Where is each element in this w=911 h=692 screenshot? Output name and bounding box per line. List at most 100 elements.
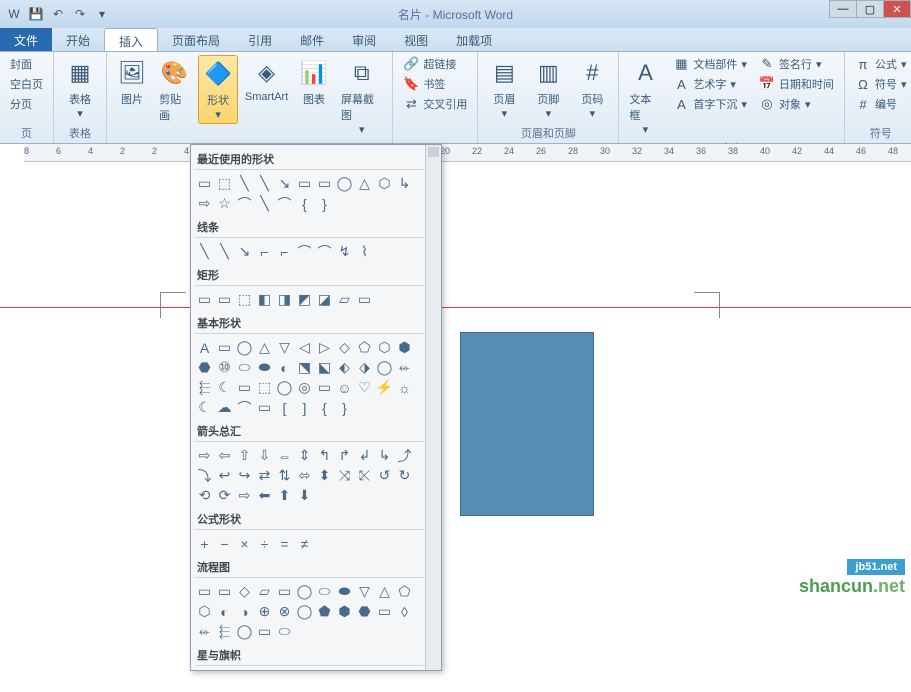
shape-item[interactable]: ⬭ <box>315 582 334 601</box>
shape-item[interactable]: ☁ <box>215 398 234 417</box>
shape-item[interactable]: ◇ <box>335 338 354 357</box>
shape-item[interactable]: ↲ <box>355 446 374 465</box>
shape-item[interactable]: ◯ <box>295 582 314 601</box>
shape-item[interactable]: ⬟ <box>315 602 334 621</box>
shape-item[interactable]: ↰ <box>315 446 334 465</box>
shape-item[interactable]: = <box>275 534 294 553</box>
shape-item[interactable]: ☾ <box>215 378 234 397</box>
pagenum-button[interactable]: #页码▾ <box>572 55 612 122</box>
shape-item[interactable]: ↳ <box>395 174 414 193</box>
shape-item[interactable]: ⬚ <box>215 174 234 193</box>
shape-item[interactable]: ⌒ <box>295 242 314 261</box>
shape-item[interactable]: ⇨ <box>195 446 214 465</box>
shape-item[interactable]: ▭ <box>295 174 314 193</box>
shape-item[interactable]: ▭ <box>195 290 214 309</box>
shape-item[interactable]: ▭ <box>275 582 294 601</box>
shape-item[interactable]: ⚡ <box>375 378 394 397</box>
shape-item[interactable]: ⬰ <box>395 358 414 377</box>
blank-page-button[interactable]: 空白页 <box>6 75 47 93</box>
shape-item[interactable]: ◧ <box>255 290 274 309</box>
shape-item[interactable]: ⬚ <box>235 290 254 309</box>
shape-item[interactable]: ╲ <box>235 174 254 193</box>
shape-item[interactable]: ▭ <box>215 582 234 601</box>
save-icon[interactable]: 💾 <box>26 4 46 24</box>
shape-item[interactable]: × <box>235 534 254 553</box>
shape-item[interactable]: ▱ <box>335 290 354 309</box>
tab-review[interactable]: 审阅 <box>338 28 390 51</box>
footer-button[interactable]: ▥页脚▾ <box>528 55 568 122</box>
bookmark-button[interactable]: 🔖书签 <box>399 75 471 93</box>
shape-item[interactable]: ⬡ <box>195 602 214 621</box>
shape-item[interactable]: ⌒ <box>235 398 254 417</box>
shape-item[interactable]: ☺ <box>335 378 354 397</box>
shape-item[interactable]: ◪ <box>315 290 334 309</box>
shape-item[interactable]: ⬱ <box>195 378 214 397</box>
shape-item[interactable]: ⬅ <box>255 486 274 505</box>
shape-item[interactable]: ◁ <box>295 338 314 357</box>
shape-item[interactable]: ⇨ <box>195 194 214 213</box>
object-button[interactable]: ◎对象 ▾ <box>755 95 838 113</box>
shape-item[interactable]: ⇩ <box>255 446 274 465</box>
shape-item[interactable]: ⤨ <box>335 466 354 485</box>
undo-icon[interactable]: ↶ <box>48 4 68 24</box>
shape-item[interactable]: + <box>195 534 214 553</box>
word-icon[interactable]: W <box>4 4 24 24</box>
shape-item[interactable]: ▭ <box>195 174 214 193</box>
shape-item[interactable]: ⊕ <box>255 602 274 621</box>
shape-item[interactable]: ◇ <box>235 582 254 601</box>
screenshot-button[interactable]: ⧉屏幕截图▾ <box>337 55 386 138</box>
shape-item[interactable]: ] <box>295 398 314 417</box>
tab-layout[interactable]: 页面布局 <box>158 28 234 51</box>
shape-item[interactable]: ⬭ <box>235 358 254 377</box>
shape-item[interactable]: ↯ <box>335 242 354 261</box>
shape-item[interactable]: ⬢ <box>395 338 414 357</box>
maximize-button[interactable]: ▢ <box>856 0 884 18</box>
shape-item[interactable]: ⊗ <box>275 602 294 621</box>
shape-item[interactable]: ⬰ <box>195 622 214 641</box>
shape-item[interactable]: ↪ <box>235 466 254 485</box>
shape-item[interactable]: ↳ <box>375 446 394 465</box>
shape-item[interactable]: ⌇ <box>355 242 374 261</box>
shape-item[interactable]: ⌒ <box>275 194 294 213</box>
shape-item[interactable]: ⬆ <box>275 486 294 505</box>
shape-item[interactable]: ⬢ <box>335 602 354 621</box>
shape-item[interactable]: ▭ <box>255 398 274 417</box>
number-button[interactable]: #编号 <box>851 95 911 113</box>
tab-mailings[interactable]: 邮件 <box>286 28 338 51</box>
shape-item[interactable]: ⬚ <box>255 378 274 397</box>
table-button[interactable]: ▦表格▾ <box>60 55 100 122</box>
shape-item[interactable]: ≠ <box>295 534 314 553</box>
symbol-button[interactable]: Ω符号 ▾ <box>851 75 911 93</box>
shape-item[interactable]: ⬍ <box>315 466 334 485</box>
tab-file[interactable]: 文件 <box>0 28 52 51</box>
shape-item[interactable]: ▱ <box>255 582 274 601</box>
shape-item[interactable]: ⬣ <box>355 602 374 621</box>
tab-addins[interactable]: 加载项 <box>442 28 506 51</box>
smartart-button[interactable]: ◈SmartArt <box>242 55 291 105</box>
shape-item[interactable]: ▭ <box>235 378 254 397</box>
shape-item[interactable]: ↘ <box>235 242 254 261</box>
quickparts-button[interactable]: ▦文档部件 ▾ <box>669 55 751 73</box>
shape-item[interactable]: [ <box>275 398 294 417</box>
shape-item[interactable]: ▽ <box>355 582 374 601</box>
clipart-button[interactable]: 🎨剪贴画 <box>155 55 194 125</box>
shape-item[interactable]: ⬄ <box>295 466 314 485</box>
shape-item[interactable]: { <box>315 398 334 417</box>
shape-item[interactable]: ↻ <box>395 466 414 485</box>
shape-item[interactable]: ▭ <box>255 622 274 641</box>
shape-item[interactable]: ⤵ <box>195 466 214 485</box>
shape-item[interactable]: ⬭ <box>275 622 294 641</box>
shape-item[interactable]: ⬇ <box>295 486 314 505</box>
ruler-horizontal[interactable]: 8642246810121416182022242628303234363840… <box>24 144 911 162</box>
shape-item[interactable]: { <box>295 194 314 213</box>
scrollbar-thumb[interactable] <box>428 147 439 157</box>
shape-item[interactable]: ⬣ <box>195 358 214 377</box>
shape-item[interactable]: ⤴ <box>395 446 414 465</box>
shape-item[interactable]: ⇅ <box>275 466 294 485</box>
datetime-button[interactable]: 📅日期和时间 <box>755 75 838 93</box>
shape-item[interactable]: ▷ <box>315 338 334 357</box>
shape-item[interactable]: ⌒ <box>235 194 254 213</box>
shape-item[interactable]: △ <box>375 582 394 601</box>
shape-item[interactable]: ◎ <box>295 378 314 397</box>
textbox-button[interactable]: A文本框▾ <box>625 55 665 138</box>
